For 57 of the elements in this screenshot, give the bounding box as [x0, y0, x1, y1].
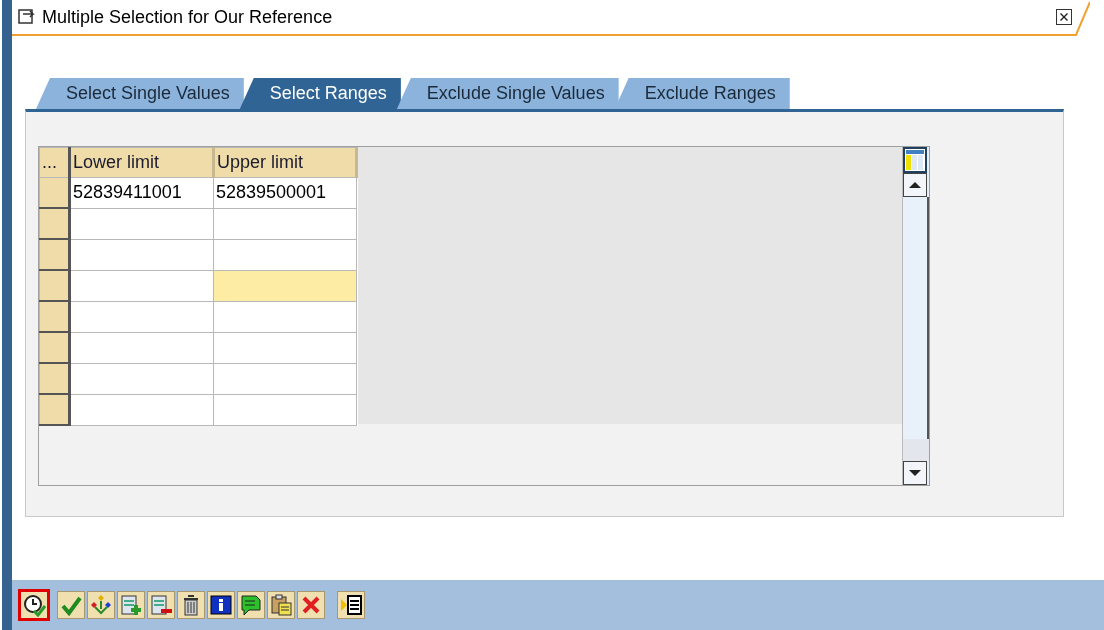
- close-icon[interactable]: [1056, 9, 1072, 25]
- column-header[interactable]: Upper limit: [213, 147, 357, 178]
- select-all-button[interactable]: ...: [39, 147, 70, 178]
- input-field[interactable]: [213, 208, 357, 239]
- input-field[interactable]: 52839500001: [213, 177, 357, 208]
- input-field[interactable]: [69, 208, 214, 239]
- tab[interactable]: Exclude Single Values: [396, 78, 619, 109]
- clipboard-button[interactable]: [267, 591, 295, 619]
- row-selector[interactable]: [39, 239, 70, 270]
- info-button[interactable]: [207, 591, 235, 619]
- row-selector[interactable]: [39, 332, 70, 363]
- add-row-button[interactable]: [117, 591, 145, 619]
- arrow-list-icon: [339, 593, 363, 617]
- tab[interactable]: Select Single Values: [36, 78, 244, 109]
- input-field[interactable]: [69, 301, 214, 332]
- input-field[interactable]: [213, 239, 357, 270]
- input-field[interactable]: [213, 394, 357, 425]
- input-field[interactable]: [69, 394, 214, 425]
- input-field[interactable]: [69, 270, 214, 301]
- input-field[interactable]: [69, 332, 214, 363]
- speech-bubble-icon: [239, 593, 263, 617]
- window-title: Multiple Selection for Our Reference: [42, 6, 333, 28]
- input-field[interactable]: 52839411001: [69, 177, 214, 208]
- row-selector[interactable]: [39, 394, 70, 425]
- input-field[interactable]: [213, 270, 357, 301]
- input-field[interactable]: [69, 239, 214, 270]
- clock-check-icon: [22, 593, 46, 617]
- remove-row-icon: [149, 593, 173, 617]
- row-selector[interactable]: [39, 177, 70, 208]
- scroll-up-icon[interactable]: [903, 173, 927, 197]
- cancel-button[interactable]: [297, 591, 325, 619]
- trash-button[interactable]: [177, 591, 205, 619]
- row-selector[interactable]: [39, 363, 70, 394]
- speech-bubble-button[interactable]: [237, 591, 265, 619]
- checkmark-button[interactable]: [57, 591, 85, 619]
- tab[interactable]: Select Ranges: [239, 78, 401, 109]
- input-field[interactable]: [213, 332, 357, 363]
- info-icon: [209, 593, 233, 617]
- scrollbar[interactable]: [902, 147, 929, 485]
- dialog-icon: [18, 9, 36, 25]
- diamond-tree-icon: [89, 593, 113, 617]
- clock-check-button[interactable]: [18, 589, 50, 621]
- diamond-tree-button[interactable]: [87, 591, 115, 619]
- input-field[interactable]: [69, 363, 214, 394]
- scroll-track[interactable]: [903, 439, 929, 461]
- arrow-list-button[interactable]: [337, 591, 365, 619]
- input-field[interactable]: [213, 301, 357, 332]
- remove-row-button[interactable]: [147, 591, 175, 619]
- add-row-icon: [119, 593, 143, 617]
- column-settings-icon[interactable]: [903, 147, 927, 173]
- clipboard-icon: [269, 593, 293, 617]
- row-selector[interactable]: [39, 301, 70, 332]
- scroll-down-icon[interactable]: [903, 461, 927, 485]
- row-selector[interactable]: [39, 270, 70, 301]
- input-field[interactable]: [213, 363, 357, 394]
- row-selector[interactable]: [39, 208, 70, 239]
- column-header[interactable]: Lower limit: [69, 147, 214, 178]
